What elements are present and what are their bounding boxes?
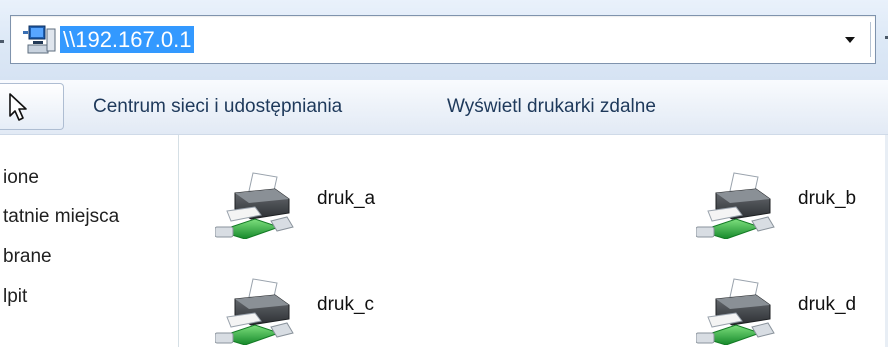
address-bar-strip: \\192.167.0.1 [0, 0, 888, 81]
network-printer-icon [696, 278, 775, 345]
nav-item-recent-places[interactable]: tatnie miejsca [3, 201, 119, 233]
printer-name: druk_b [798, 188, 857, 209]
printer-item-druk-b[interactable]: druk_b [696, 169, 886, 239]
address-path[interactable]: \\192.167.0.1 [60, 26, 195, 53]
printer-item-druk-a[interactable]: druk_a [215, 169, 405, 239]
navigation-pane: ione tatnie miejsca brane lpit [0, 135, 179, 347]
address-bar[interactable]: \\192.167.0.1 [10, 15, 876, 64]
printer-name: druk_c [317, 294, 375, 315]
printer-name: druk_d [798, 294, 857, 315]
nav-item-downloads[interactable]: brane [3, 241, 52, 273]
computer-icon [23, 25, 57, 55]
divider [870, 22, 871, 57]
remote-printers-button[interactable]: Wyświetl drukarki zdalne [447, 80, 656, 134]
printer-name: druk_a [317, 188, 376, 209]
chevron-down-icon[interactable] [845, 37, 855, 43]
network-printer-icon [696, 172, 775, 239]
network-printer-icon [215, 278, 294, 345]
command-bar: Centrum sieci i udostępniania Wyświetl d… [0, 80, 888, 135]
back-button-edge[interactable] [0, 40, 4, 43]
organize-button[interactable] [0, 83, 64, 130]
nav-item-favorites[interactable]: ione [3, 162, 39, 194]
content-area: druk_a druk_b druk_c druk_d [179, 135, 888, 347]
printer-item-druk-c[interactable]: druk_c [215, 275, 405, 345]
cursor-arrow-icon [4, 90, 38, 124]
printer-item-druk-d[interactable]: druk_d [696, 275, 886, 345]
network-printer-icon [215, 172, 294, 239]
network-center-button[interactable]: Centrum sieci i udostępniania [93, 80, 342, 134]
nav-item-desktop[interactable]: lpit [3, 281, 27, 313]
